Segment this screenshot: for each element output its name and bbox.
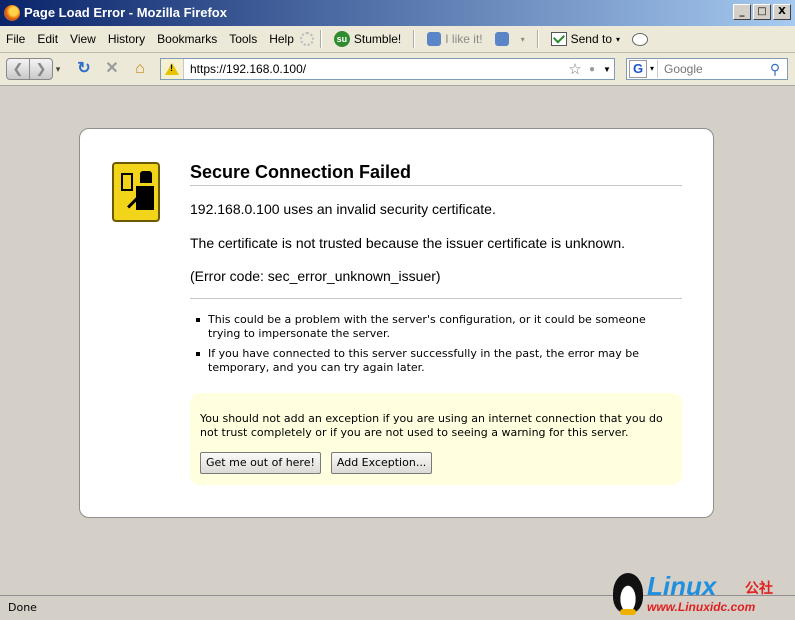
toolbar-separator <box>413 30 416 48</box>
error-explanation-list: This could be a problem with the server'… <box>190 313 660 381</box>
bookmark-star-icon[interactable]: ☆ <box>566 60 584 78</box>
url-dropdown-icon[interactable]: ▼ <box>600 65 614 74</box>
divider <box>190 298 682 299</box>
reload-icon: ↻ <box>77 60 91 77</box>
menu-bookmarks[interactable]: Bookmarks <box>151 32 223 46</box>
stumbleupon-icon: su <box>333 31 350 47</box>
content-area: Secure Connection Failed 192.168.0.100 u… <box>0 86 795 594</box>
stop-icon: ✕ <box>105 60 119 77</box>
certificate-officer-icon <box>112 162 160 222</box>
menu-bar: File Edit View History Bookmarks Tools H… <box>0 26 795 53</box>
menu-history[interactable]: History <box>102 32 151 46</box>
watermark: Linux 公社 www.Linuxidc.com <box>613 571 791 615</box>
menu-file[interactable]: File <box>0 32 31 46</box>
chevron-down-icon[interactable]: ▾ <box>647 60 658 78</box>
watermark-suffix: 公社 <box>745 580 773 596</box>
home-icon: ⌂ <box>135 60 145 77</box>
toolbar-separator <box>319 30 322 48</box>
list-item: If you have connected to this server suc… <box>190 347 660 375</box>
chevron-down-icon: ▾ <box>55 64 61 74</box>
search-icon[interactable]: ⚲ <box>766 61 784 78</box>
comment-button[interactable] <box>626 32 654 46</box>
add-exception-button[interactable]: Add Exception... <box>330 452 433 474</box>
back-button[interactable]: ❮ <box>6 58 30 80</box>
title-bar: Page Load Error - Mozilla Firefox _ □ X <box>0 0 795 26</box>
exception-warning-text: You should not add an exception if you a… <box>200 412 663 439</box>
url-bar[interactable]: https://192.168.0.100/ ☆ ● ▼ <box>160 58 615 80</box>
menu-help[interactable]: Help <box>263 32 300 46</box>
search-bar: G ▾ ⚲ <box>626 58 788 80</box>
window-controls: _ □ X <box>733 4 791 20</box>
chevron-down-icon: ▾ <box>520 34 525 44</box>
history-dropdown[interactable]: ▾ <box>52 58 64 80</box>
send-to-button[interactable]: Send to ▾ <box>545 32 626 46</box>
send-to-icon <box>550 32 567 46</box>
error-detail: The certificate is not trusted because t… <box>190 235 625 251</box>
menu-view[interactable]: View <box>64 32 102 46</box>
site-identity-warning-icon[interactable] <box>161 59 184 79</box>
like-label: I like it! <box>445 32 483 46</box>
error-page-container: Secure Connection Failed 192.168.0.100 u… <box>79 128 714 518</box>
navigation-bar: ❮ ❯ ▾ ↻ ✕ ⌂ https://192.168.0.100/ ☆ ● ▼… <box>0 53 795 86</box>
speech-bubble-icon <box>632 32 649 46</box>
penguin-logo-icon <box>613 573 643 615</box>
forward-button[interactable]: ❯ <box>29 58 53 80</box>
google-engine-icon[interactable]: G <box>629 60 647 78</box>
close-button[interactable]: X <box>773 4 791 20</box>
arrow-right-icon: ❯ <box>35 61 47 76</box>
home-button[interactable]: ⌂ <box>130 58 150 80</box>
stumble-button[interactable]: su Stumble! <box>328 31 407 47</box>
menu-edit[interactable]: Edit <box>31 32 64 46</box>
arrow-left-icon: ❮ <box>12 61 24 76</box>
error-code: (Error code: sec_error_unknown_issuer) <box>190 268 441 284</box>
error-description: 192.168.0.100 uses an invalid security c… <box>190 201 496 217</box>
window-title: Page Load Error - Mozilla Firefox <box>24 5 227 20</box>
url-text[interactable]: https://192.168.0.100/ <box>184 62 566 76</box>
thumbs-down-icon <box>494 32 509 46</box>
dislike-button[interactable]: ▾ <box>489 32 531 46</box>
firefox-logo-icon <box>4 5 20 21</box>
like-button[interactable]: I like it! <box>421 32 488 46</box>
reload-button[interactable]: ↻ <box>74 58 94 80</box>
watermark-url: www.Linuxidc.com <box>647 600 756 614</box>
minimize-button[interactable]: _ <box>733 4 751 20</box>
get-me-out-button[interactable]: Get me out of here! <box>200 452 321 474</box>
watermark-brand: Linux <box>647 571 717 601</box>
send-to-label: Send to <box>570 32 612 46</box>
exception-warning-box: You should not add an exception if you a… <box>190 393 682 485</box>
loading-throbber-icon <box>299 32 314 46</box>
stop-button[interactable]: ✕ <box>102 58 122 80</box>
thumbs-up-icon <box>427 32 442 46</box>
chevron-down-icon: ▾ <box>616 34 621 44</box>
status-text: Done <box>8 601 37 614</box>
stumble-label: Stumble! <box>353 32 402 46</box>
search-input[interactable] <box>662 61 766 77</box>
maximize-button[interactable]: □ <box>753 4 771 20</box>
error-title: Secure Connection Failed <box>190 162 682 186</box>
feed-icon[interactable]: ● <box>584 64 600 75</box>
toolbar-separator <box>536 30 539 48</box>
menu-tools[interactable]: Tools <box>223 32 263 46</box>
list-item: This could be a problem with the server'… <box>190 313 660 341</box>
